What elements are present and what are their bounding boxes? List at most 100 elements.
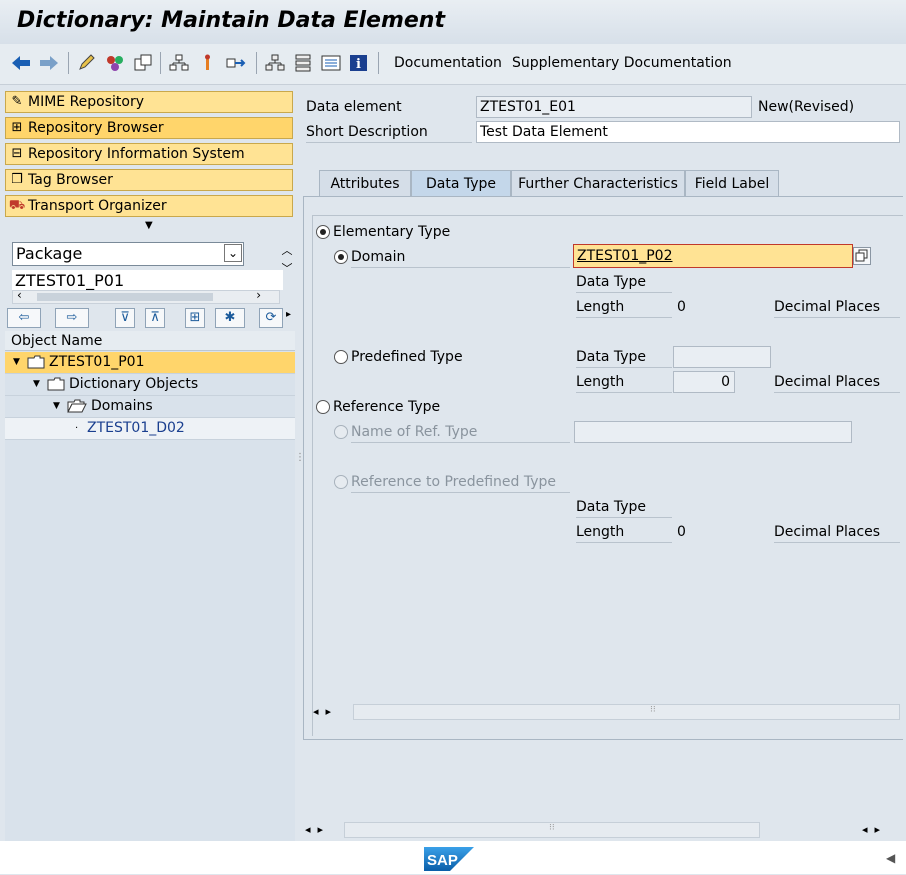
where-used-icon[interactable] <box>168 52 190 74</box>
nav-tag-browser[interactable]: ❒ Tag Browser <box>5 169 293 191</box>
application-toolbar: i Documentation Supplementary Documentat… <box>0 44 906 85</box>
nav-repository-information-system[interactable]: ⊟ Repository Information System <box>5 143 293 165</box>
status-toggle-icon[interactable]: ◀ <box>886 851 895 865</box>
refresh-icon[interactable]: ⟳ <box>259 308 283 328</box>
repository-browser-icon: ⊞ <box>11 120 23 135</box>
check-object-icon[interactable] <box>132 52 154 74</box>
reference-to-predefined-radio[interactable] <box>334 475 348 489</box>
scroll-left-icon[interactable]: ‹ <box>17 288 22 302</box>
main-scroll-arrows-right[interactable]: ◂ ▸ <box>862 822 902 838</box>
mime-repository-icon: ✎ <box>11 94 23 109</box>
scroll-right-icon[interactable]: ▸ <box>318 823 324 836</box>
ref-data-type-label: Data Type <box>576 497 672 518</box>
expand-nav-icon[interactable]: ▼ <box>145 220 153 231</box>
predef-length-input[interactable]: 0 <box>673 371 735 393</box>
folder-icon <box>47 377 65 398</box>
predef-data-type-input[interactable] <box>673 346 771 368</box>
scroll-right-icon[interactable]: ▸ <box>326 705 332 718</box>
toolbar-separator <box>378 52 379 74</box>
nav-item-label: Transport Organizer <box>28 198 167 214</box>
nav-repository-browser[interactable]: ⊞ Repository Browser <box>5 117 293 139</box>
sap-logo: SAP <box>424 847 474 875</box>
supplementary-documentation-button[interactable]: Supplementary Documentation <box>512 55 732 71</box>
info-pin-icon[interactable] <box>196 52 218 74</box>
domain-radio[interactable] <box>334 250 348 264</box>
package-name-input[interactable]: ZTEST01_P01 <box>12 270 283 290</box>
predef-data-type-label: Data Type <box>576 347 672 368</box>
stack-icon[interactable] <box>292 52 314 74</box>
forward-icon[interactable]: ⇨ <box>55 308 89 328</box>
object-type-select[interactable]: Package <box>12 242 244 266</box>
edit-pencil-icon[interactable] <box>76 52 98 74</box>
folder-icon <box>27 355 45 376</box>
nav-item-label: Repository Browser <box>28 120 164 136</box>
tree-node-package[interactable]: ▼ ZTEST01_P01 <box>5 352 295 374</box>
scroll-left-icon[interactable]: ◂ <box>862 823 868 836</box>
hierarchy-tree-icon[interactable]: ⊞ <box>185 308 205 328</box>
more-icon[interactable]: ▸ <box>286 309 291 320</box>
forward-arrow-icon[interactable] <box>38 52 60 74</box>
scroll-grip-icon: ⁝⁝ <box>650 705 656 715</box>
back-icon[interactable]: ⇦ <box>7 308 41 328</box>
tab-data-type[interactable]: Data Type <box>411 170 511 196</box>
scroll-grip-icon: ⁝⁝ <box>549 823 555 833</box>
domain-input[interactable]: ZTEST01_P02 <box>573 244 853 268</box>
nav-mime-repository[interactable]: ✎ MIME Repository <box>5 91 293 113</box>
short-description-label: Short Description <box>306 122 472 143</box>
package-horizontal-scrollbar[interactable]: ‹ › <box>12 288 280 304</box>
scroll-thumb[interactable] <box>37 293 213 301</box>
expand-triangle-icon[interactable]: ▼ <box>53 396 60 417</box>
ref-length-value: 0 <box>677 524 686 540</box>
ref-decimal-places-label: Decimal Places <box>774 522 900 543</box>
tree-node-domain-item[interactable]: · ZTEST01_D02 <box>5 418 295 440</box>
predefined-type-radio[interactable] <box>334 350 348 364</box>
tab-scroll-arrows[interactable]: ◂ ▸ <box>313 704 353 720</box>
display-list-icon[interactable] <box>320 52 342 74</box>
scroll-right-icon[interactable]: ▸ <box>875 823 881 836</box>
scroll-left-icon[interactable]: ◂ <box>313 705 319 718</box>
elementary-type-radio[interactable] <box>316 225 330 239</box>
info-icon[interactable]: i <box>348 52 370 74</box>
display-options-icon[interactable]: ✱ <box>215 308 245 328</box>
toolbar-separator <box>160 52 161 74</box>
reference-type-radio[interactable] <box>316 400 330 414</box>
tree-node-dictionary-objects[interactable]: ▼ Dictionary Objects <box>5 374 295 396</box>
object-name-column-header[interactable]: Object Name <box>5 331 295 351</box>
nav-transport-organizer[interactable]: ⛟ Transport Organizer <box>5 195 293 217</box>
data-type-label: Data Type <box>576 272 672 293</box>
collapse-icon[interactable]: ⊽ <box>115 308 135 328</box>
documentation-button[interactable]: Documentation <box>394 55 502 71</box>
back-arrow-icon[interactable] <box>10 52 32 74</box>
tab-further-characteristics[interactable]: Further Characteristics <box>511 170 685 196</box>
scroll-left-icon[interactable]: ◂ <box>305 823 311 836</box>
expand-icon[interactable]: ⊼ <box>145 308 165 328</box>
navigate-icon[interactable] <box>224 52 246 74</box>
tab-attributes[interactable]: Attributes <box>319 170 411 196</box>
data-element-label: Data element <box>306 99 402 115</box>
window-title: Dictionary: Maintain Data Element <box>17 8 445 33</box>
tree-node-label: ZTEST01_P01 <box>49 354 145 370</box>
tag-browser-icon: ❒ <box>11 172 23 187</box>
copy-value-icon[interactable] <box>853 247 871 265</box>
nav-item-label: Repository Information System <box>28 146 245 162</box>
expand-triangle-icon[interactable]: ▼ <box>13 352 20 373</box>
name-of-ref-type-radio[interactable] <box>334 425 348 439</box>
main-scroll-arrows[interactable]: ◂ ▸ <box>305 822 345 838</box>
short-description-input[interactable]: Test Data Element <box>476 121 900 143</box>
object-tree: Object Name ▼ ZTEST01_P01 ▼ Dictionary O… <box>5 331 295 841</box>
tab-horizontal-scrollbar[interactable]: ⁝⁝ <box>353 704 900 720</box>
expand-triangle-icon[interactable]: ▼ <box>33 374 40 395</box>
bullet-icon: · <box>75 423 79 434</box>
sap-logo-text: SAP <box>427 852 458 869</box>
tab-field-label[interactable]: Field Label <box>685 170 779 196</box>
chevron-down-icon[interactable]: ⌄ <box>224 244 242 262</box>
name-of-ref-type-label: Name of Ref. Type <box>351 422 570 443</box>
name-of-ref-type-input[interactable] <box>574 421 852 443</box>
main-horizontal-scrollbar[interactable]: ⁝⁝ <box>344 822 760 838</box>
reference-type-label: Reference Type <box>333 399 441 415</box>
hierarchy-icon[interactable] <box>264 52 286 74</box>
activate-icon[interactable] <box>104 52 126 74</box>
tree-node-domains[interactable]: ▼ Domains <box>5 396 295 418</box>
scroll-right-icon[interactable]: › <box>256 288 261 302</box>
ref-length-label: Length <box>576 522 672 543</box>
